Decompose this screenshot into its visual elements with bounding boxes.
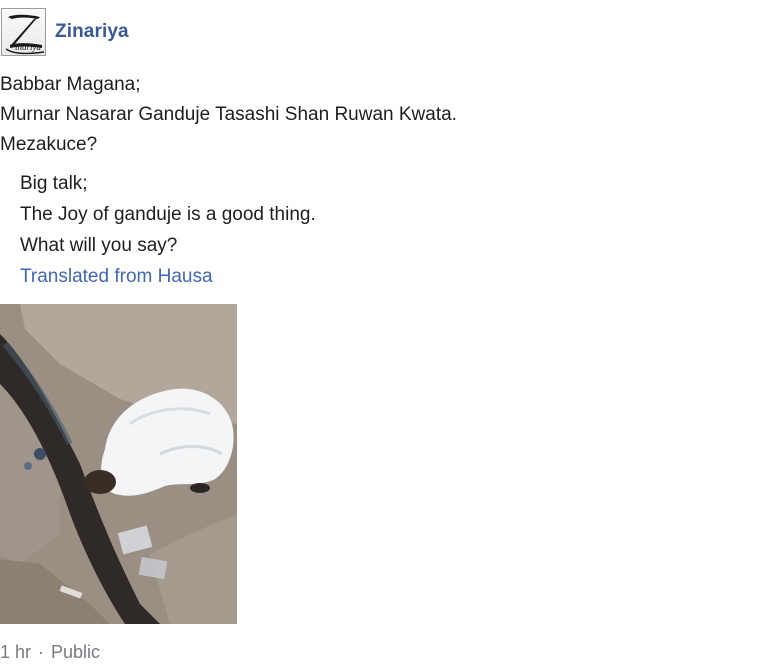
translation-line: What will you say? <box>20 235 178 256</box>
privacy-label: Public <box>51 642 101 662</box>
post-line: Babbar Magana; <box>0 74 141 95</box>
svg-text:inariya: inariya <box>15 42 41 52</box>
zinariya-logo-icon: inariya <box>5 14 45 55</box>
post-photo[interactable] <box>0 304 237 624</box>
post-header: inariya Zinariya <box>0 6 129 58</box>
page-name-link[interactable]: Zinariya <box>55 21 129 43</box>
post-meta: 1 hr · Public <box>0 642 100 663</box>
translated-from-link[interactable]: Translated from Hausa <box>20 266 213 288</box>
avatar[interactable]: inariya <box>1 8 46 56</box>
post-line: Mezakuce? <box>0 134 98 155</box>
translation-line: The Joy of ganduje is a good thing. <box>20 204 316 225</box>
post-line: Murnar Nasarar Ganduje Tasashi Shan Ruwa… <box>0 104 457 125</box>
meta-separator: · <box>38 642 45 662</box>
post-timestamp[interactable]: 1 hr <box>0 642 31 663</box>
translation-body: Big talk; The Joy of ganduje is a good th… <box>20 168 316 261</box>
post-body: Babbar Magana; Murnar Nasarar Ganduje Tas… <box>0 70 457 160</box>
translation-line: Big talk; <box>20 173 88 194</box>
photo-image <box>0 304 237 624</box>
